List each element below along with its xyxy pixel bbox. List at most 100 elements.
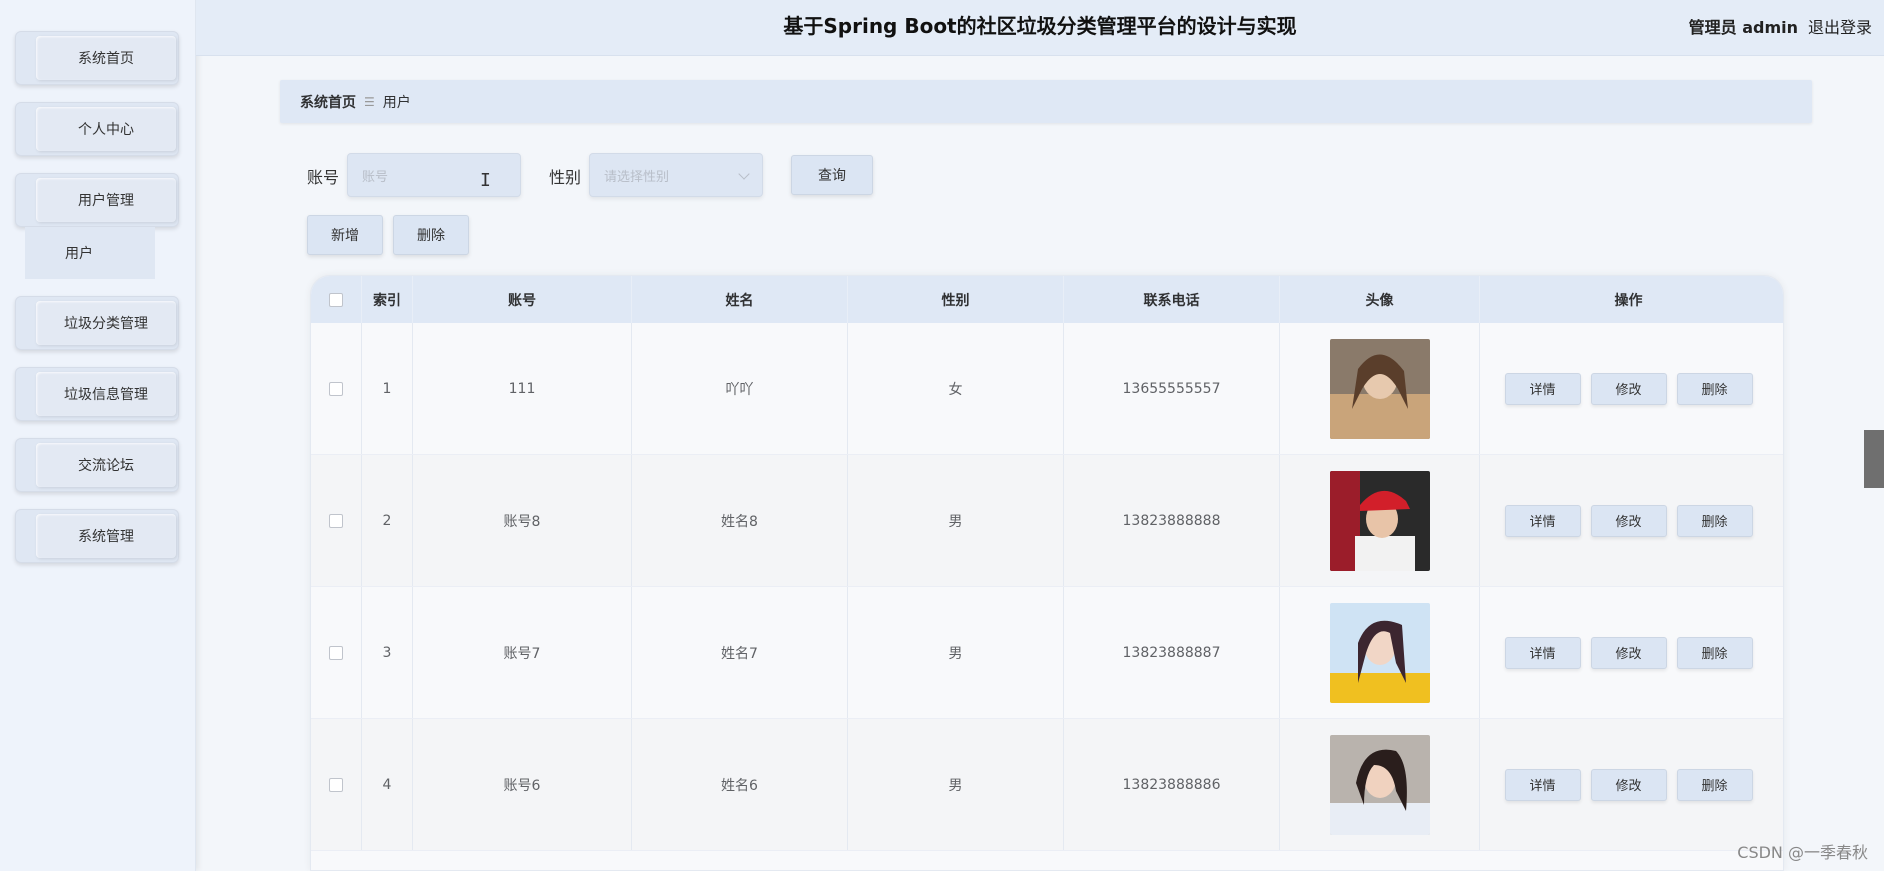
- sidebar-item-label: 系统首页: [36, 36, 176, 80]
- row-account: 账号6: [413, 719, 632, 850]
- row-gender: 男: [848, 719, 1064, 850]
- row-name: 吖吖: [632, 323, 848, 454]
- sidebar-item-label: 用户管理: [36, 178, 176, 222]
- logout-link[interactable]: 退出登录: [1808, 14, 1872, 38]
- chevron-down-icon: [738, 168, 750, 180]
- row-account: 账号7: [413, 587, 632, 718]
- account-placeholder: 账号: [362, 169, 389, 185]
- row-phone: 13823888886: [1064, 719, 1280, 850]
- sidebar-item-label: 交流论坛: [36, 443, 176, 487]
- detail-button[interactable]: 详情: [1504, 636, 1581, 669]
- avatar-photo-icon: [1329, 470, 1430, 571]
- row-index: 1: [362, 323, 413, 454]
- row-avatar-cell: [1280, 323, 1480, 454]
- row-index: 2: [362, 455, 413, 586]
- top-header: 基于Spring Boot的社区垃圾分类管理平台的设计与实现 管理员 admin…: [196, 0, 1884, 56]
- sidebar-item-garbage-info[interactable]: 垃圾信息管理: [15, 367, 179, 421]
- row-checkbox[interactable]: [329, 645, 343, 660]
- row-select-cell: [311, 719, 362, 850]
- sidebar-item-garbage-category[interactable]: 垃圾分类管理: [15, 296, 179, 350]
- gender-placeholder: 请选择性别: [604, 169, 670, 185]
- edit-button[interactable]: 修改: [1590, 768, 1667, 801]
- row-select-cell: [311, 455, 362, 586]
- account-label: 账号: [307, 168, 340, 187]
- scrollbar-thumb[interactable]: [1864, 430, 1884, 488]
- detail-button[interactable]: 详情: [1504, 372, 1581, 405]
- sidebar-item-user-management[interactable]: 用户管理: [15, 173, 179, 227]
- row-avatar-cell: [1280, 719, 1480, 850]
- breadcrumb-current: 用户: [382, 94, 411, 111]
- gender-select[interactable]: 请选择性别: [589, 153, 763, 197]
- add-button[interactable]: 新增: [307, 215, 383, 255]
- delete-button[interactable]: 删除: [1676, 372, 1753, 405]
- sidebar-item-personal-center[interactable]: 个人中心: [15, 102, 179, 156]
- row-phone: 13823888887: [1064, 587, 1280, 718]
- row-select-cell: [311, 587, 362, 718]
- gender-label: 性别: [549, 168, 582, 187]
- delete-button[interactable]: 删除: [1676, 768, 1753, 801]
- sidebar-item-home[interactable]: 系统首页: [15, 31, 179, 85]
- query-button[interactable]: 查询: [791, 155, 873, 195]
- row-actions-cell: 详情 修改 删除: [1480, 587, 1777, 718]
- select-all-checkbox[interactable]: [329, 292, 343, 307]
- sidebar-item-label: 垃圾分类管理: [36, 301, 176, 345]
- row-checkbox[interactable]: [329, 777, 343, 792]
- edit-button[interactable]: 修改: [1590, 372, 1667, 405]
- text-cursor-icon: I: [480, 170, 491, 191]
- row-actions-cell: 详情 修改 删除: [1480, 455, 1777, 586]
- header-avatar: 头像: [1280, 276, 1480, 323]
- delete-button[interactable]: 删除: [1676, 504, 1753, 537]
- header-name: 姓名: [632, 276, 848, 323]
- row-checkbox[interactable]: [329, 513, 343, 528]
- row-avatar-cell: [1280, 587, 1480, 718]
- row-name: 姓名8: [632, 455, 848, 586]
- edit-button[interactable]: 修改: [1590, 504, 1667, 537]
- table-row: 2 账号8 姓名8 男 13823888888 详情 修改 删除: [311, 455, 1783, 587]
- header-actions: 操作: [1614, 292, 1643, 309]
- sidebar: 系统首页 个人中心 用户管理 用户 垃圾分类管理 垃圾信息管理 交流论坛 系统管…: [0, 0, 196, 871]
- row-account: 111: [413, 323, 632, 454]
- header-phone: 联系电话: [1064, 276, 1280, 323]
- detail-button[interactable]: 详情: [1504, 768, 1581, 801]
- sidebar-subitem-user[interactable]: 用户: [25, 227, 155, 279]
- detail-button[interactable]: 详情: [1504, 504, 1581, 537]
- table-row: 3 账号7 姓名7 男 13823888887 详情 修改 删除: [311, 587, 1783, 719]
- row-gender: 男: [848, 455, 1064, 586]
- row-gender: 女: [848, 323, 1064, 454]
- row-name: 姓名6: [632, 719, 848, 850]
- header-gender: 性别: [848, 276, 1064, 323]
- row-checkbox[interactable]: [329, 381, 343, 396]
- batch-delete-button[interactable]: 删除: [393, 215, 469, 255]
- user-table: 索引 账号 姓名 性别 联系电话 头像 操作 1 111 吖吖 女 136555…: [310, 275, 1784, 871]
- table-header: 索引 账号 姓名 性别 联系电话 头像 操作: [311, 276, 1783, 323]
- bars-icon: ☰: [364, 94, 375, 109]
- breadcrumb-home[interactable]: 系统首页: [300, 92, 356, 112]
- select-all-cell: [311, 276, 362, 323]
- account-input[interactable]: 账号: [347, 153, 521, 197]
- avatar-photo-icon: [1329, 602, 1430, 703]
- row-index: 4: [362, 719, 413, 850]
- table-row: 1 111 吖吖 女 13655555557 详情 修改 删除: [311, 323, 1783, 455]
- row-actions-cell: 详情 修改 删除: [1480, 719, 1777, 850]
- header-account: 账号: [413, 276, 632, 323]
- row-account: 账号8: [413, 455, 632, 586]
- table-row: [311, 851, 1783, 870]
- sidebar-item-system[interactable]: 系统管理: [15, 509, 179, 563]
- row-name: 姓名7: [632, 587, 848, 718]
- watermark: CSDN @一季春秋: [1737, 843, 1868, 862]
- sidebar-item-forum[interactable]: 交流论坛: [15, 438, 179, 492]
- page-title: 基于Spring Boot的社区垃圾分类管理平台的设计与实现: [783, 14, 1297, 38]
- row-avatar-cell: [1280, 455, 1480, 586]
- row-select-cell: [311, 323, 362, 454]
- table-row: 4 账号6 姓名6 男 13823888886 详情 修改 删除: [311, 719, 1783, 851]
- sidebar-item-label: 系统管理: [36, 514, 176, 558]
- edit-button[interactable]: 修改: [1590, 636, 1667, 669]
- sidebar-item-label: 个人中心: [36, 107, 176, 151]
- row-actions-cell: 详情 修改 删除: [1480, 323, 1777, 454]
- delete-button[interactable]: 删除: [1676, 636, 1753, 669]
- header-index: 索引: [362, 276, 413, 323]
- row-phone: 13655555557: [1064, 323, 1280, 454]
- row-gender: 男: [848, 587, 1064, 718]
- avatar-photo-icon: [1329, 338, 1430, 439]
- row-phone: 13823888888: [1064, 455, 1280, 586]
